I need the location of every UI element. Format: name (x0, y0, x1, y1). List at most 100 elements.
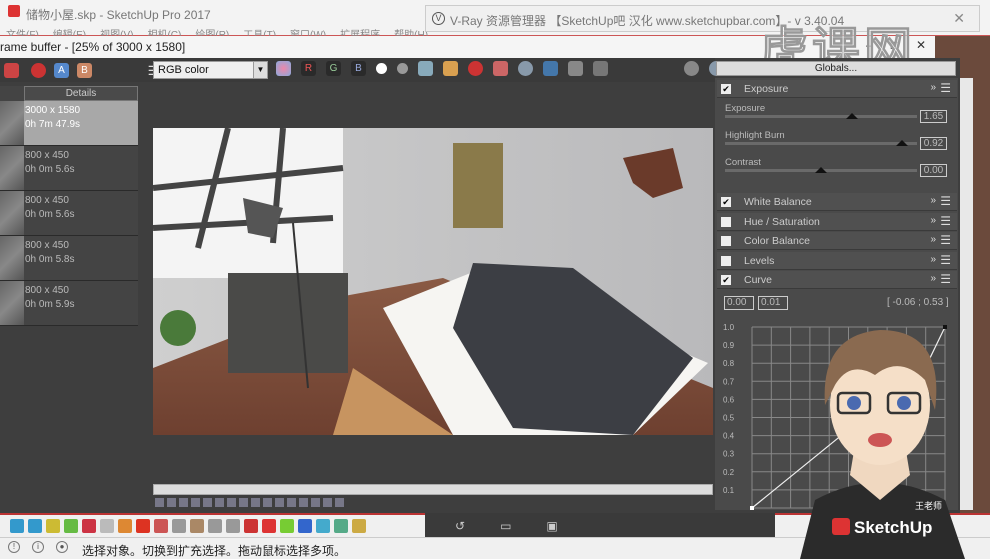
clear-icon[interactable] (31, 62, 46, 78)
flip-icon[interactable] (311, 498, 320, 507)
geo-icon[interactable]: i (32, 541, 44, 553)
layer-icon[interactable] (28, 519, 42, 533)
ruby-icon[interactable] (82, 519, 96, 533)
cone-icon[interactable] (352, 519, 366, 533)
icc-icon[interactable] (167, 498, 176, 507)
ocio-icon[interactable] (179, 498, 188, 507)
menu-icon[interactable]: ☰ (940, 214, 951, 228)
exposure-checkbox[interactable]: ✔ (721, 84, 731, 94)
menu-extensions[interactable]: 扩展程序 (340, 26, 380, 36)
menu-tools[interactable]: 工具(T) (243, 26, 276, 36)
terrain-icon[interactable] (334, 519, 348, 533)
chevron-double-down-icon[interactable]: » (930, 254, 936, 265)
chevron-double-down-icon[interactable]: » (930, 195, 936, 206)
group-icon[interactable] (64, 519, 78, 533)
blue-channel-button[interactable]: B (351, 61, 366, 76)
globals-button[interactable]: Globals... (716, 61, 956, 76)
compare-icon[interactable] (323, 498, 332, 507)
plus-icon[interactable] (280, 519, 294, 533)
levels-icon[interactable] (287, 498, 296, 507)
menu-window[interactable]: 窗口(W) (290, 26, 326, 36)
srgb-icon[interactable] (191, 498, 200, 507)
color-icon[interactable] (263, 498, 272, 507)
slider-track[interactable] (725, 115, 917, 118)
curve-icon[interactable] (275, 498, 284, 507)
eraser-icon[interactable] (100, 519, 114, 533)
material-icon[interactable] (46, 519, 60, 533)
white-circle-icon[interactable] (376, 63, 387, 74)
layer-checkbox[interactable] (721, 236, 731, 246)
menu-file[interactable]: 文件(F) (6, 26, 39, 36)
layer-checkbox[interactable]: ✔ (721, 275, 731, 285)
layer-section[interactable]: ✔ Curve » ☰ (717, 271, 957, 289)
layer-checkbox[interactable] (721, 255, 731, 266)
history-item[interactable]: 3000 x 1580 0h 7m 47.9s (0, 101, 138, 146)
box-icon[interactable] (190, 519, 204, 533)
lut-icon[interactable] (155, 498, 164, 507)
menu-view[interactable]: 视图(V) (100, 26, 133, 36)
close-icon[interactable]: ✕ (953, 10, 965, 27)
pipe-icon[interactable] (208, 519, 222, 533)
curve-point[interactable] (750, 506, 754, 510)
histogram-icon[interactable] (227, 498, 236, 507)
green-channel-button[interactable]: G (326, 61, 341, 76)
menu-icon[interactable]: ☰ (940, 272, 951, 286)
rect-icon[interactable] (136, 519, 150, 533)
lens-effects-icon[interactable] (239, 498, 248, 507)
history-item[interactable]: 800 x 450 0h 0m 5.6s (0, 191, 138, 236)
exposure-section[interactable]: ✔ Exposure » ☰ (717, 80, 957, 98)
slider-value-input[interactable]: 0.92 (920, 137, 947, 150)
slider-handle[interactable] (895, 140, 908, 146)
render-icon[interactable] (4, 62, 19, 78)
close-button[interactable]: ✕ (916, 38, 926, 52)
open-folder-icon[interactable]: ▭ (500, 519, 511, 533)
region-icon[interactable] (493, 61, 508, 76)
info-icon[interactable]: ! (8, 541, 20, 553)
chevron-double-down-icon[interactable]: » (930, 234, 936, 245)
red-channel-button[interactable]: R (301, 61, 316, 76)
menu-icon[interactable]: ☰ (940, 194, 951, 208)
menu-camera[interactable]: 相机(C) (147, 26, 181, 36)
layer-section[interactable]: Levels » ☰ (717, 251, 957, 270)
menu-edit[interactable]: 编辑(E) (53, 26, 86, 36)
export-icon[interactable] (335, 498, 344, 507)
component-icon[interactable] (10, 519, 24, 533)
teapot-icon[interactable] (518, 61, 533, 76)
horizontal-scrollbar[interactable] (153, 484, 713, 495)
layer-section[interactable]: Hue / Saturation » ☰ (717, 212, 957, 231)
a-compare-icon[interactable]: A (54, 62, 69, 78)
slider-value-input[interactable]: 1.65 (920, 110, 947, 123)
history-item[interactable]: 800 x 450 0h 0m 5.8s (0, 236, 138, 281)
curve-input-x[interactable]: 0.00 (724, 296, 754, 310)
chevron-double-down-icon[interactable]: » (930, 215, 936, 226)
curve-input-y[interactable]: 0.01 (758, 296, 788, 310)
h-icon[interactable] (299, 498, 308, 507)
x-icon[interactable] (298, 519, 312, 533)
menu-help[interactable]: 帮助(H) (394, 26, 428, 36)
menu-draw[interactable]: 绘图(R) (195, 26, 229, 36)
menu-icon[interactable]: ☰ (940, 233, 951, 247)
lens-icon[interactable] (568, 61, 583, 76)
history-item[interactable]: 800 x 450 0h 0m 5.6s (0, 146, 138, 191)
layer-section[interactable]: Color Balance » ☰ (717, 232, 957, 250)
rotate-icon[interactable] (118, 519, 132, 533)
layer-checkbox[interactable] (721, 216, 731, 227)
slider-handle[interactable] (845, 113, 858, 119)
menu-icon[interactable]: ☰ (940, 253, 951, 267)
b-compare-icon[interactable]: B (77, 62, 92, 78)
render-image[interactable] (153, 128, 713, 435)
slider-handle[interactable] (815, 167, 827, 173)
settings-icon[interactable] (684, 61, 699, 76)
clear-image-icon[interactable] (468, 61, 483, 76)
layer-section[interactable]: ✔ White Balance » ☰ (717, 193, 957, 211)
pixel-info-icon[interactable] (203, 498, 212, 507)
points-icon[interactable] (244, 519, 258, 533)
chevron-double-down-icon[interactable]: » (930, 273, 936, 284)
channel-icon[interactable] (215, 498, 224, 507)
color-channels-icon[interactable] (276, 61, 291, 76)
save-icon[interactable]: ▣ (546, 519, 557, 533)
stamp-icon[interactable] (593, 61, 608, 76)
history-item[interactable]: 800 x 450 0h 0m 5.9s (0, 281, 138, 326)
menu-icon[interactable]: ☰ (940, 81, 951, 95)
folder-icon[interactable] (443, 61, 458, 76)
